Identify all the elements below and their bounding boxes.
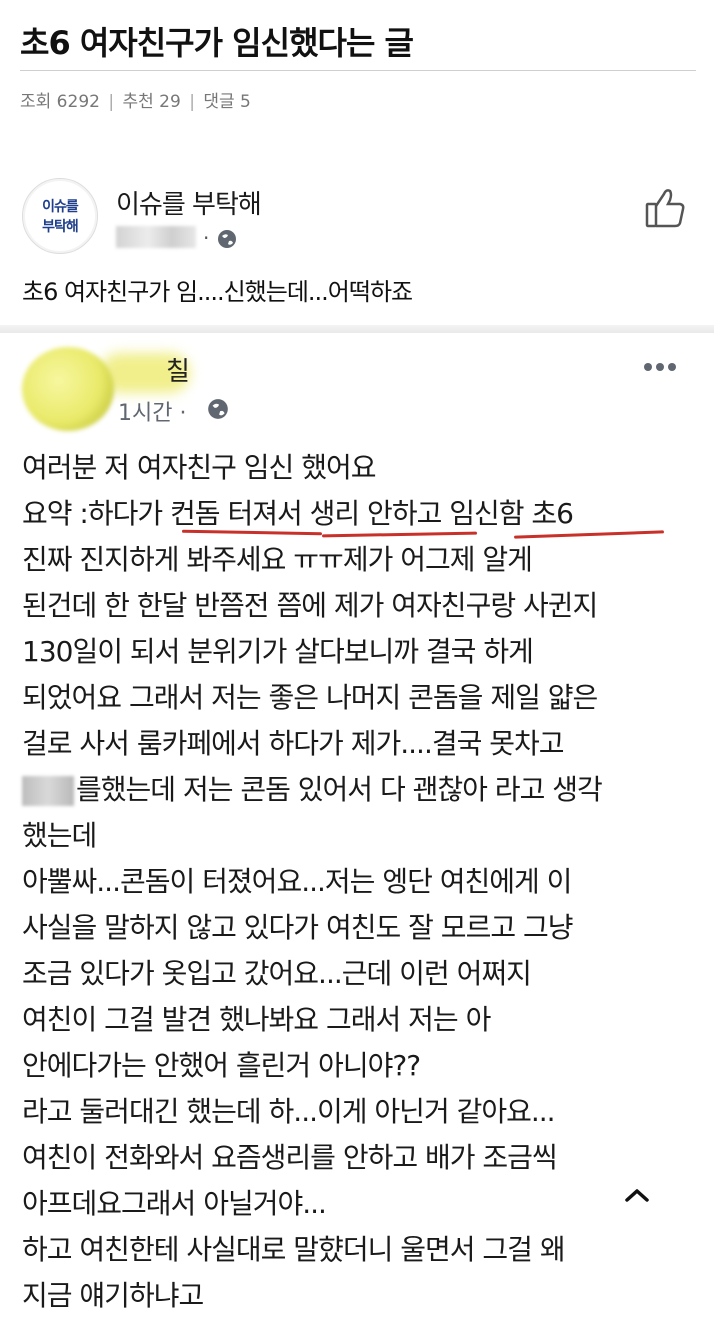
blurred-word: [22, 776, 74, 806]
post-body-line: 사실을 말하지 않고 있다가 여친도 잘 모르고 그냥: [22, 911, 574, 944]
original-post: 칠 1시간 · 여러분 저 여자친구 임신 했어요 요약 :하다가 컨돔 터져서…: [0, 333, 714, 1312]
dot-separator: ·: [203, 226, 210, 250]
page-name[interactable]: 이슈를 부탁해: [116, 184, 262, 221]
scroll-to-top-button[interactable]: [612, 1172, 662, 1222]
shared-page-post: 이슈를 부탁해 이슈를 부탁해 · 초6 여자친구가 임....신했는데...어…: [0, 168, 714, 328]
post-body-line: 요약 :하다가 컨돔 터져서 생리 안하고 임신함 초6: [22, 491, 702, 539]
post-text: 초6 여자친구가 임....신했는데...어떡하죠: [22, 278, 413, 306]
post-body-line: 했는데: [22, 819, 97, 852]
author-name[interactable]: 칠: [166, 351, 190, 388]
post-body-line: 조금 있다가 옷입고 갔어요...근데 이런 어쩌지: [22, 957, 532, 990]
page-avatar[interactable]: 이슈를 부탁해: [22, 178, 98, 254]
thumbs-up-icon[interactable]: [644, 186, 686, 234]
globe-icon: [216, 228, 238, 254]
section-divider: [0, 325, 714, 333]
red-underline: [181, 529, 323, 536]
post-body-line: 아뿔싸...콘돔이 터졌어요...저는 엥단 여친에게 이: [22, 865, 572, 898]
more-options-icon[interactable]: [640, 359, 680, 378]
post-body-line: 여친이 전화와서 요즘생리를 안하고 배가 조금씩: [22, 1141, 558, 1174]
title-divider: [20, 70, 696, 71]
post-body-line: 를했는데 저는 콘돔 있어서 다 괜찮아 라고 생각: [22, 767, 702, 813]
post-body-line: 지금 얘기하냐고: [22, 1279, 204, 1312]
post-body-line: 하고 여친한테 사실대로 말햤더니 울면서 그걸 왜: [22, 1233, 566, 1266]
post-meta: 조회 6292 | 추천 29 | 댓글 5: [20, 87, 251, 112]
page-avatar-text: 부탁해: [42, 219, 79, 235]
post-body-line: 아프데요그래서 아닐거야...: [22, 1187, 327, 1220]
post-body-line: 130일이 되서 분위기가 살다보니까 결국 하게: [22, 635, 534, 668]
chevron-up-icon: [624, 1187, 650, 1207]
post-body-line: 걸로 사서 룸카페에서 하다가 제가....결국 못차고: [22, 727, 565, 760]
meta-separator: |: [108, 92, 115, 112]
post-body-line: 안에다가는 안했어 흘린거 아니야??: [22, 1049, 421, 1082]
view-count: 조회 6292: [20, 92, 100, 112]
page-avatar-text: 이슈를: [42, 199, 79, 215]
post-time: 1시간 ·: [118, 401, 187, 426]
blurred-username: [116, 226, 196, 248]
post-body-line: 여러분 저 여자친구 임신 했어요: [22, 451, 376, 484]
avatar: [22, 347, 114, 431]
post-body: 여러분 저 여자친구 임신 했어요 요약 :하다가 컨돔 터져서 생리 안하고 …: [22, 445, 702, 1319]
page-title: 초6 여자친구가 임신했다는 글: [20, 24, 414, 62]
post-body-line: 라고 둘러대긴 했는데 하...이게 아닌거 같아요...: [22, 1095, 556, 1128]
post-body-line: 되었어요 그래서 저는 좋은 나머지 콘돔을 제일 얇은: [22, 681, 598, 714]
meta-separator: |: [189, 92, 195, 112]
globe-icon: [206, 397, 230, 425]
post-body-line: 된건데 한 한달 반쯤전 쯤에 제가 여자친구랑 사귄지: [22, 589, 598, 622]
post-body-line-text: 요약 :하다가 컨돔 터져서 생리 안하고 임신함 초6: [22, 497, 574, 530]
post-body-line: 진짜 진지하게 봐주세요 ㅠㅠ제가 어그제 알게: [22, 543, 533, 576]
recommend-count: 추천 29: [122, 92, 181, 112]
comment-count[interactable]: 댓글 5: [203, 92, 251, 112]
post-body-line: 여친이 그걸 발견 했나봐요 그래서 저는 아: [22, 1003, 491, 1036]
post-body-line-text: 를했는데 저는 콘돔 있어서 다 괜찮아 라고 생각: [76, 773, 603, 806]
